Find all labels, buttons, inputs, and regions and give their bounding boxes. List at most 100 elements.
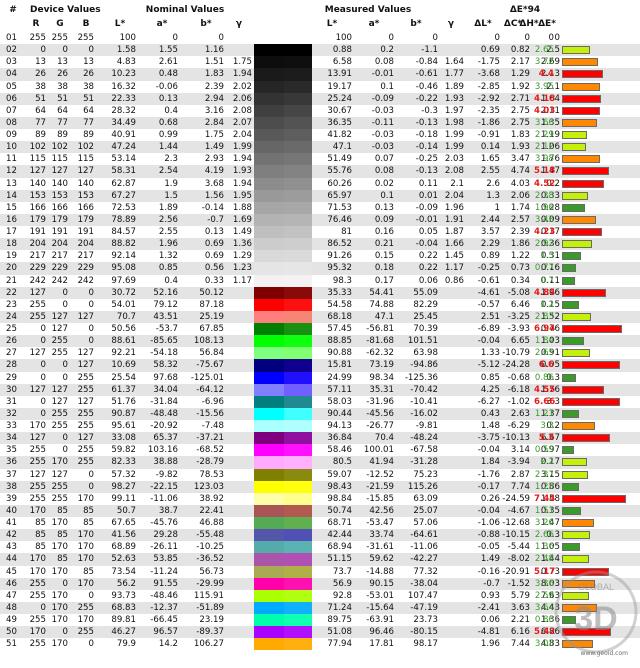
cell-measured-a: 100.01 xyxy=(363,445,394,456)
cell-g: 170 xyxy=(51,590,68,601)
cell-nominal-a: 1.32 xyxy=(158,251,178,262)
row-number: 33 xyxy=(6,421,17,431)
cell-nominal-l: 67.65 xyxy=(111,518,136,528)
cell-delta-c: 3.63 xyxy=(510,602,530,613)
table-row: 13 140 140 140 62.87 1.9 3.68 1.94 60.26 0.02 0.11… xyxy=(0,177,640,190)
cell-delta-c: 2.75 xyxy=(510,105,530,116)
cell-nominal-b: 123.03 xyxy=(193,481,224,492)
cell-delta-l: 2.29 xyxy=(480,239,500,250)
cell-measured-b: -47.19 xyxy=(410,602,438,613)
cell-r: 85 xyxy=(35,518,46,528)
cell-b: 255 xyxy=(77,408,94,419)
cell-delta-c: -24.28 xyxy=(502,360,530,371)
cell-delta-c: 1.86 xyxy=(510,239,530,250)
cell-nominal-a: -12.37 xyxy=(150,602,178,613)
cell-nominal-l: 70.7 xyxy=(116,311,136,322)
row-number: 15 xyxy=(6,202,17,213)
col-delta-e: ΔE* xyxy=(538,19,556,29)
cell-nominal-b: -28.79 xyxy=(196,457,224,468)
cell-nominal-l: 98.27 xyxy=(111,481,136,492)
cell-g: 51 xyxy=(57,93,68,104)
delta-e-bar xyxy=(562,82,600,91)
cell-g: 13 xyxy=(57,57,68,68)
col-g: G xyxy=(56,19,64,29)
cell-delta-c: 2.21 xyxy=(510,615,530,625)
delta-e-bar xyxy=(562,131,588,139)
cell-nominal-l: 84.57 xyxy=(111,227,136,237)
cell-delta-e: 1.2 xyxy=(540,299,554,310)
cell-delta-c: 2.39 xyxy=(510,227,530,237)
nominal-swatch xyxy=(254,395,284,408)
cell-nominal-b: -36.52 xyxy=(196,554,224,565)
cell-b: 153 xyxy=(77,190,94,201)
cell-delta-l: -3.75 xyxy=(477,433,500,444)
cell-measured-l: 95.32 xyxy=(327,263,352,274)
cell-nominal-a: 43.51 xyxy=(153,311,178,322)
cell-g: 170 xyxy=(51,518,68,528)
cell-delta-e: 6.94 xyxy=(534,324,556,334)
cell-delta-l: -0.05 xyxy=(477,542,500,553)
cell-measured-l: 98.84 xyxy=(327,493,352,504)
cell-measured-a: 90.15 xyxy=(369,578,394,589)
cell-nominal-l: 50.56 xyxy=(111,324,136,334)
measured-swatch xyxy=(284,274,312,287)
cell-measured-b: -31.28 xyxy=(410,457,438,468)
cell-r: 255 xyxy=(29,311,46,322)
cell-delta-c: -12.68 xyxy=(502,518,530,528)
cell-measured-b: -94.86 xyxy=(410,360,438,371)
cell-measured-gamma: 1.96 xyxy=(444,202,464,213)
row-number: 26 xyxy=(6,336,17,347)
cell-delta-e: 7.44 xyxy=(534,493,556,504)
measured-swatch xyxy=(284,104,312,117)
cell-measured-l: 13.91 xyxy=(327,69,352,80)
cell-delta-e: 3.95 xyxy=(534,81,554,92)
cell-g: 0 xyxy=(62,627,68,638)
cell-nominal-b: -29.99 xyxy=(196,578,224,589)
table-row: 33 170 255 255 95.61 -20.92 -7.48 94.13 -26.77 -9… xyxy=(0,420,640,433)
cell-measured-a: -62.32 xyxy=(366,348,394,359)
cell-nominal-a: 103.16 xyxy=(147,445,178,456)
cell-measured-a: 33.74 xyxy=(369,530,394,541)
cell-nominal-b: 1.83 xyxy=(204,69,224,80)
cell-measured-a: 35.31 xyxy=(369,384,394,395)
cell-delta-c: -8.02 xyxy=(507,554,530,565)
nominal-swatch xyxy=(254,565,284,578)
cell-r: 0 xyxy=(40,602,46,613)
nominal-swatch xyxy=(254,577,284,590)
cell-measured-l: 55.76 xyxy=(327,166,352,177)
cell-delta-e: 0 xyxy=(548,33,554,43)
measured-swatch xyxy=(284,323,312,336)
cell-measured-a: 17.81 xyxy=(369,639,394,650)
delta-e-bar xyxy=(562,143,586,152)
cell-measured-a: 0.16 xyxy=(374,227,394,237)
cell-measured-gamma: 1.91 xyxy=(444,214,464,225)
cell-nominal-gamma: 2.07 xyxy=(232,117,252,128)
row-number: 51 xyxy=(6,639,17,650)
nominal-swatch xyxy=(254,44,284,57)
cell-delta-l: 0.14 xyxy=(480,142,500,153)
cell-nominal-b: 2.39 xyxy=(204,81,224,92)
measured-swatch xyxy=(284,153,312,166)
cell-delta-e: 3.26 xyxy=(534,518,554,528)
cell-nominal-l: 25.54 xyxy=(111,372,136,383)
cell-measured-l: 60.26 xyxy=(327,178,352,189)
row-number: 41 xyxy=(6,518,17,528)
cell-b: 255 xyxy=(77,602,94,613)
table-row: 20 229 229 229 95.08 0.85 0.56 1.23 95.32 0.18 0.2… xyxy=(0,262,640,275)
cell-delta-l: -2.85 xyxy=(477,81,500,92)
cell-delta-c: 1.92 xyxy=(510,81,530,92)
cell-g: 26 xyxy=(57,69,68,80)
cell-g: 64 xyxy=(57,105,68,116)
cell-measured-b: 77.32 xyxy=(413,566,438,577)
cell-b: 204 xyxy=(77,239,94,250)
cell-delta-e: 2.65 xyxy=(534,348,554,359)
delta-e-bar xyxy=(562,422,595,430)
nominal-swatch xyxy=(254,262,284,275)
cell-delta-e: 3.98 xyxy=(534,154,554,165)
nominal-swatch xyxy=(254,432,284,445)
cell-nominal-l: 47.24 xyxy=(111,142,136,153)
cell-r: 127 xyxy=(29,166,46,177)
cell-delta-e: 2.37 xyxy=(534,469,554,480)
cell-delta-c: 2.75 xyxy=(510,117,530,128)
cell-delta-l: -0.04 xyxy=(477,505,500,516)
